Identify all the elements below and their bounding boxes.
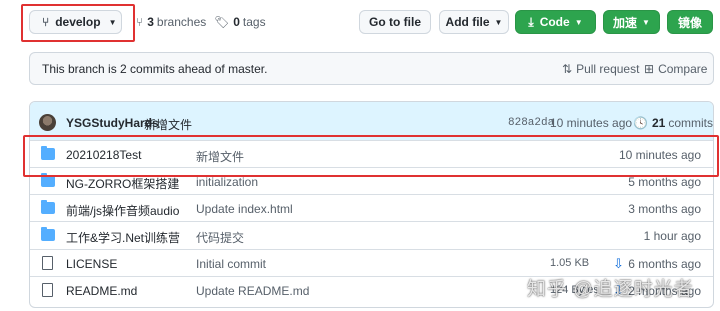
commit-time: 10 minutes ago	[550, 116, 633, 130]
file-commit-message[interactable]: Initial commit	[196, 257, 266, 271]
file-name[interactable]: 前端/js操作音频audio	[66, 202, 179, 219]
file-commit-message[interactable]: 代码提交	[196, 229, 244, 246]
mirror-button[interactable]: 镜像	[667, 10, 713, 34]
tags-link[interactable]: 🏷 0 tags	[214, 15, 266, 29]
mirror-label: 镜像	[677, 15, 702, 30]
branches-link[interactable]: ⑂ 3 branches	[136, 15, 206, 29]
file-icon	[42, 256, 53, 270]
code-button[interactable]: ⤓ Code ▼	[515, 10, 596, 34]
file-row[interactable]: LICENSE Initial commit 1.05 KB ⇩ 6 month…	[30, 249, 713, 276]
pull-request-label: Pull request	[576, 62, 640, 76]
cloud-download-icon[interactable]: ⇩	[613, 256, 624, 272]
tags-count: 0	[233, 15, 240, 29]
file-icon	[42, 283, 53, 297]
file-row[interactable]: 前端/js操作音频audio Update index.html 3 month…	[30, 194, 713, 221]
file-commit-message[interactable]: Update README.md	[196, 284, 309, 298]
compare-link[interactable]: ⊞ Compare	[644, 62, 707, 76]
file-size: 1.05 KB	[550, 257, 590, 269]
branch-icon: ⑂	[136, 15, 144, 29]
folder-icon	[41, 200, 55, 214]
commits-label: commits	[668, 116, 713, 130]
branches-count: 3	[147, 15, 154, 29]
file-name[interactable]: LICENSE	[66, 257, 117, 271]
go-to-file-button[interactable]: Go to file	[359, 10, 431, 34]
file-commit-message[interactable]: Update index.html	[196, 202, 293, 216]
compare-label: Compare	[658, 62, 708, 76]
commits-link[interactable]: 🕓 21 commits	[633, 116, 713, 130]
row-highlight-box	[23, 135, 719, 177]
file-row[interactable]: 工作&学习.Net训练营 代码提交 1 hour ago	[30, 221, 713, 248]
file-name[interactable]: README.md	[66, 284, 137, 298]
ahead-message: This branch is 2 commits ahead of master…	[42, 62, 268, 76]
caret-down-icon: ▼	[642, 17, 650, 27]
pull-request-link[interactable]: ⇅ Pull request	[562, 62, 639, 76]
caret-down-icon: ▼	[574, 17, 583, 27]
commit-sha[interactable]: 828a2da	[508, 117, 554, 129]
file-name[interactable]: 工作&学习.Net训练营	[66, 229, 180, 246]
download-icon: ⤓	[528, 14, 534, 29]
tags-label: tags	[242, 15, 266, 29]
repo-toolbar: ⑂ develop ▼ ⑂ 3 branches 🏷 0 tags Go to …	[0, 0, 720, 44]
pull-request-icon: ⇅	[562, 62, 573, 76]
watermark: 知乎 @追逐时光者	[527, 279, 694, 300]
accelerate-button[interactable]: 加速 ▼	[603, 10, 660, 34]
branch-ahead-bar: This branch is 2 commits ahead of master…	[29, 52, 714, 85]
add-file-button[interactable]: Add file ▼	[439, 10, 509, 34]
avatar[interactable]	[39, 114, 56, 131]
file-commit-message[interactable]: initialization	[196, 175, 258, 189]
file-time: 1 hour ago	[643, 229, 701, 243]
file-time: 3 months ago	[628, 202, 701, 216]
go-to-file-label: Go to file	[369, 15, 421, 29]
add-file-label: Add file	[445, 15, 490, 29]
file-name[interactable]: NG-ZORRO框架搭建	[66, 175, 179, 192]
branch-highlight-box	[21, 4, 135, 42]
caret-down-icon: ▼	[494, 17, 503, 27]
history-icon: 🕓	[633, 116, 648, 130]
tag-icon: 🏷	[214, 15, 230, 29]
commits-count: 21	[651, 116, 666, 130]
code-label: Code	[539, 15, 570, 29]
compare-icon: ⊞	[644, 62, 655, 76]
branches-label: branches	[156, 15, 207, 29]
folder-icon	[41, 227, 55, 241]
accelerate-label: 加速	[613, 15, 638, 30]
commit-message[interactable]: 新增文件	[144, 116, 192, 133]
file-time: 6 months ago	[628, 257, 701, 271]
file-time: 5 months ago	[628, 175, 701, 189]
